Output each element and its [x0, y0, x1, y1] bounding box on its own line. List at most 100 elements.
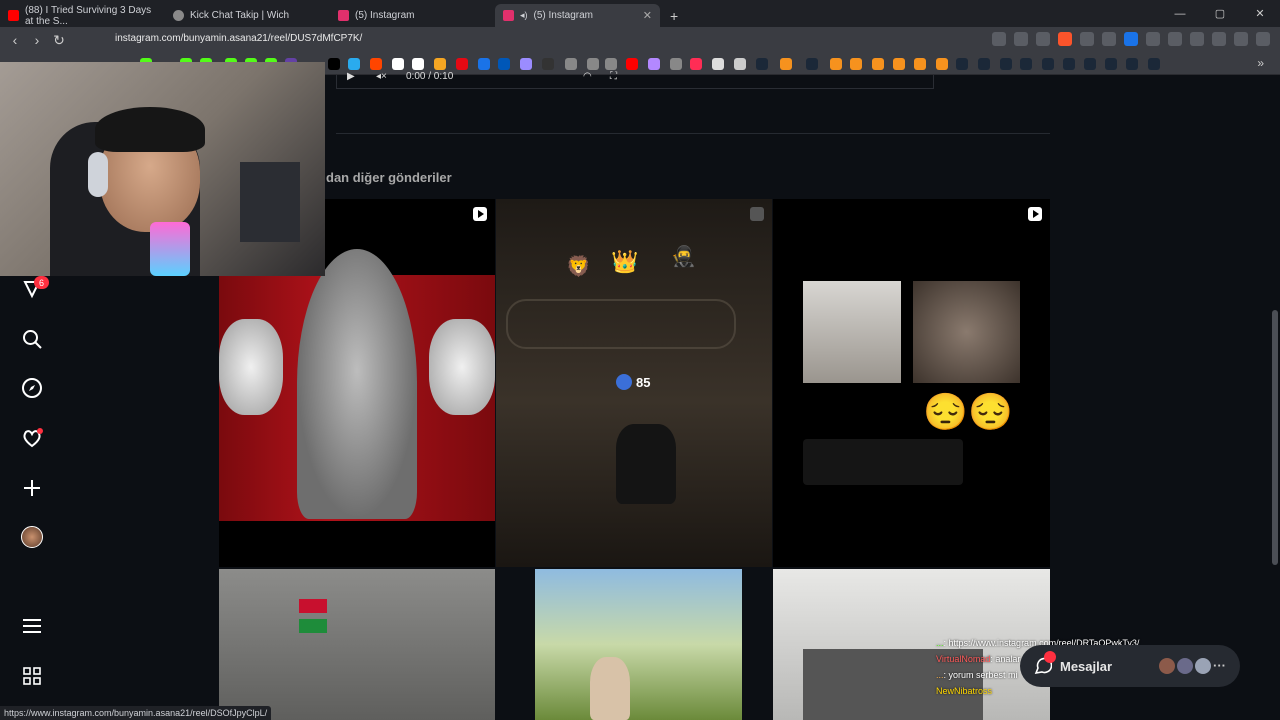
close-window-button[interactable]: ✕: [1240, 0, 1280, 27]
steam-bookmark-icon[interactable]: [956, 58, 968, 70]
bookmark-icon[interactable]: [914, 58, 926, 70]
globe-icon: [173, 10, 184, 21]
new-tab-button[interactable]: +: [660, 4, 688, 27]
apps-grid-icon[interactable]: [20, 664, 44, 688]
profile-avatar[interactable]: [20, 525, 44, 549]
heart-icon[interactable]: [20, 426, 44, 450]
lion-head-right: [429, 319, 495, 415]
post-tile-brands[interactable]: [219, 569, 495, 720]
search-icon[interactable]: [20, 327, 44, 351]
bookmark-icon[interactable]: [893, 58, 905, 70]
messages-button[interactable]: Mesajlar ···: [1020, 645, 1240, 687]
bookmark-icon[interactable]: [392, 58, 404, 70]
close-tab-icon[interactable]: ✕: [643, 9, 652, 22]
page-scrollbar[interactable]: [1272, 310, 1278, 565]
status-bar-url: https://www.instagram.com/bunyamin.asana…: [0, 706, 272, 720]
cast-icon[interactable]: [1014, 32, 1028, 46]
brave-shield-icon[interactable]: [1058, 32, 1072, 46]
bookmark-icon[interactable]: [605, 58, 617, 70]
bookmark-icon[interactable]: [872, 58, 884, 70]
post-tile-lounge[interactable]: 🦁 👑 🥷 85: [496, 199, 772, 567]
post-tile-outdoor[interactable]: [535, 569, 742, 720]
section-divider: [336, 133, 1050, 134]
youtube-icon: [8, 10, 19, 21]
forward-button[interactable]: ›: [26, 32, 48, 48]
bookmark-icon[interactable]: [712, 58, 724, 70]
play-icon[interactable]: ▶: [347, 71, 355, 82]
tab-instagram-1[interactable]: (5) Instagram: [330, 4, 495, 27]
bookmark-icon[interactable]: [830, 58, 842, 70]
tab-instagram-active[interactable]: ◂) (5) Instagram ✕: [495, 4, 660, 27]
bookmark-icon[interactable]: [412, 58, 424, 70]
steam-bookmark-icon[interactable]: [978, 58, 990, 70]
reload-button[interactable]: ↻: [48, 32, 70, 49]
bookmark-icon[interactable]: [648, 58, 660, 70]
bookmark-icon[interactable]: [626, 58, 638, 70]
tab-youtube[interactable]: (88) I Tried Surviving 3 Days at the S..…: [0, 4, 165, 27]
extension-icon[interactable]: [1102, 32, 1116, 46]
puzzle-icon[interactable]: [1168, 32, 1182, 46]
extension-icon[interactable]: [1080, 32, 1094, 46]
bookmark-icon[interactable]: [587, 58, 599, 70]
sidebar-icon[interactable]: [1190, 32, 1204, 46]
bookmark-icon[interactable]: [565, 58, 577, 70]
steam-bookmark-icon[interactable]: [1042, 58, 1054, 70]
minimize-button[interactable]: —: [1160, 0, 1200, 27]
extension-icon[interactable]: [1124, 32, 1138, 46]
likes-overlay: 85: [616, 374, 650, 390]
notification-badge: 6: [34, 276, 49, 289]
bookmark-icon[interactable]: [670, 58, 682, 70]
bookmark-icon[interactable]: [780, 58, 792, 70]
steam-bookmark-icon[interactable]: [1105, 58, 1117, 70]
steam-bookmark-icon[interactable]: [756, 58, 768, 70]
avatar: [1159, 658, 1175, 674]
bookmark-icon[interactable]: [690, 58, 702, 70]
tab-kick-chat[interactable]: Kick Chat Takip | Wich: [165, 4, 330, 27]
post-tile-reaction[interactable]: 😔 😔: [773, 199, 1050, 567]
hamburger-menu-icon[interactable]: [20, 614, 44, 638]
menu-icon[interactable]: [1256, 32, 1270, 46]
person-figure: [590, 657, 630, 720]
fullscreen-icon[interactable]: ⛶: [610, 71, 617, 82]
share-icon[interactable]: [1036, 32, 1050, 46]
steam-bookmark-icon[interactable]: [1126, 58, 1138, 70]
video-thumbnail-blur: [913, 281, 1020, 383]
wallet-icon[interactable]: [1212, 32, 1226, 46]
zoom-icon[interactable]: [992, 32, 1006, 46]
maximize-button[interactable]: ▢: [1200, 0, 1240, 27]
steam-bookmark-icon[interactable]: [1084, 58, 1096, 70]
music-icon[interactable]: [1234, 32, 1248, 46]
steam-bookmark-icon[interactable]: [1000, 58, 1012, 70]
bookmark-icon[interactable]: [850, 58, 862, 70]
messages-label: Mesajlar: [1060, 658, 1113, 674]
mute-icon[interactable]: ◂×: [376, 71, 387, 82]
placeholder-strip: [803, 439, 963, 485]
back-button[interactable]: ‹: [4, 32, 26, 48]
bookmark-icon[interactable]: [936, 58, 948, 70]
room-shelf: [240, 162, 300, 242]
flag-logo: [299, 599, 327, 613]
bookmark-icon[interactable]: [542, 58, 554, 70]
url-field[interactable]: instagram.com/bunyamin.asana21/reel/DUS7…: [115, 33, 362, 44]
lion-emoji-icon: 🦁: [566, 256, 591, 278]
reddit-bookmark-icon[interactable]: [370, 58, 382, 70]
video-thumbnail-person: [803, 281, 901, 383]
bookmark-icon[interactable]: [456, 58, 468, 70]
bookmark-icon[interactable]: [478, 58, 490, 70]
steam-bookmark-icon[interactable]: [1063, 58, 1075, 70]
x-bookmark-icon[interactable]: [328, 58, 340, 70]
create-icon[interactable]: [20, 476, 44, 500]
settings-icon[interactable]: ◠: [583, 71, 592, 82]
more-bookmarks-button[interactable]: »: [1257, 56, 1264, 70]
folder-icon[interactable]: [734, 58, 746, 70]
bookmark-icon[interactable]: [348, 58, 360, 70]
explore-icon[interactable]: [20, 376, 44, 400]
steam-bookmark-icon[interactable]: [1020, 58, 1032, 70]
bookmark-icon[interactable]: [498, 58, 510, 70]
steam-bookmark-icon[interactable]: [1148, 58, 1160, 70]
extension-icon[interactable]: [1146, 32, 1160, 46]
steam-bookmark-icon[interactable]: [806, 58, 818, 70]
bookmark-icon[interactable]: [434, 58, 446, 70]
bookmark-icon[interactable]: [520, 58, 532, 70]
lion-head-left: [219, 319, 283, 415]
